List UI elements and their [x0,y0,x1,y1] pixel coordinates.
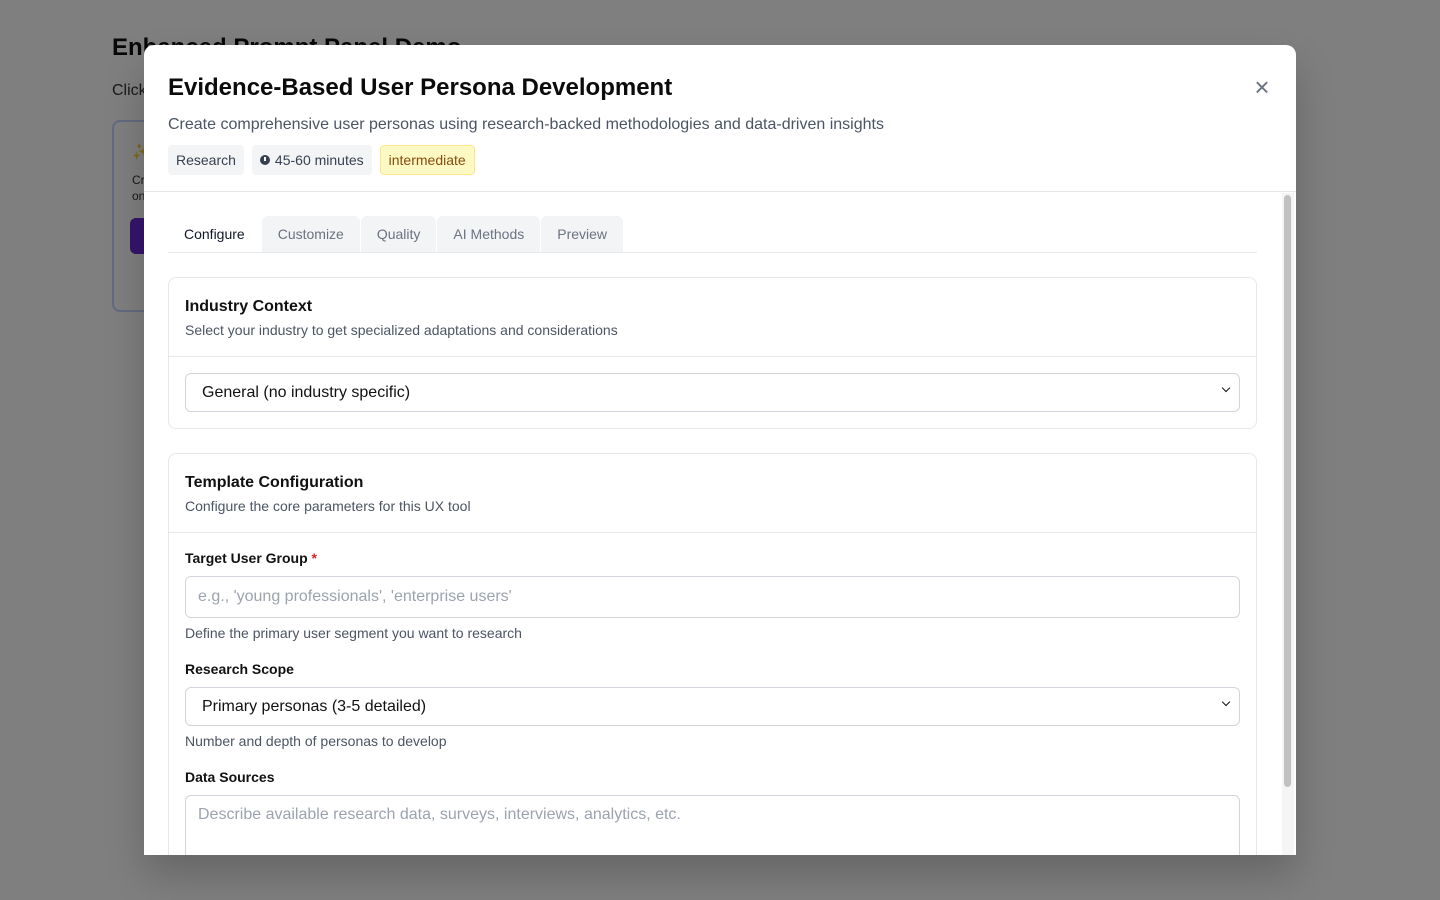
tab-configure[interactable]: Configure [168,216,261,252]
industry-context-header: Industry Context Select your industry to… [169,278,1256,357]
data-sources-textarea[interactable]: Describe available research data, survey… [185,795,1240,855]
tab-preview[interactable]: Preview [541,216,624,252]
industry-context-title: Industry Context [185,298,313,315]
tab-ai-methods[interactable]: AI Methods [437,216,541,252]
chevron-down-icon [1221,697,1231,707]
target-user-group-help: Define the primary user segment you want… [185,625,522,641]
industry-context-body: General (no industry specific) [169,357,1256,428]
research-scope-select-value: Primary personas (3-5 detailed) [202,697,427,715]
template-configuration-body: Target User Group * e.g., 'young profess… [169,533,1256,855]
research-scope-field: Research Scope Primary personas (3-5 det… [185,660,1240,750]
modal-title: Evidence-Based User Persona Development [168,74,673,101]
industry-select-value: General (no industry specific) [202,383,411,401]
template-configuration-title: Template Configuration [185,474,364,491]
level-badge: intermediate [379,145,475,175]
required-marker: * [311,550,317,566]
research-scope-label: Research Scope [185,661,294,677]
data-sources-placeholder: Describe available research data, survey… [198,806,681,823]
target-user-group-field: Target User Group * e.g., 'young profess… [185,549,1240,642]
modal-header: Evidence-Based User Persona Development … [144,45,1296,192]
modal-body: Configure Customize Quality AI Methods P… [144,192,1296,855]
industry-context-card: Industry Context Select your industry to… [168,277,1257,429]
close-icon[interactable]: × [1250,74,1274,100]
modal-description: Create comprehensive user personas using… [168,116,884,133]
data-sources-label: Data Sources [185,769,275,785]
data-sources-field: Data Sources Describe available research… [185,768,1240,855]
industry-select[interactable]: General (no industry specific) [185,373,1240,412]
industry-context-subtitle: Select your industry to get specialized … [185,322,618,338]
category-badge: Research [168,145,244,175]
template-configuration-card: Template Configuration Configure the cor… [168,453,1257,855]
research-scope-help: Number and depth of personas to develop [185,733,447,749]
category-badge-label: Research [176,152,236,168]
tab-quality[interactable]: Quality [360,216,437,252]
target-user-group-label: Target User Group * [185,549,1240,567]
clock-icon [259,155,270,165]
level-badge-label: intermediate [388,152,466,168]
duration-badge-label: 45-60 minutes [274,152,364,168]
template-configuration-subtitle: Configure the core parameters for this U… [185,498,471,514]
research-scope-select[interactable]: Primary personas (3-5 detailed) [185,687,1240,726]
tab-bar: Configure Customize Quality AI Methods P… [168,216,1257,253]
target-user-group-label-text: Target User Group [185,550,308,566]
target-user-group-placeholder: e.g., 'young professionals', 'enterprise… [198,588,512,605]
prompt-modal: Evidence-Based User Persona Development … [144,45,1296,855]
tab-customize[interactable]: Customize [261,216,360,252]
template-configuration-header: Template Configuration Configure the cor… [169,454,1256,533]
badge-row: Research 45-60 minutes intermediate [168,145,1272,175]
duration-badge: 45-60 minutes [251,145,372,175]
target-user-group-input[interactable]: e.g., 'young professionals', 'enterprise… [185,576,1240,618]
chevron-down-icon [1221,383,1231,393]
scrollbar-thumb[interactable] [1284,195,1291,787]
